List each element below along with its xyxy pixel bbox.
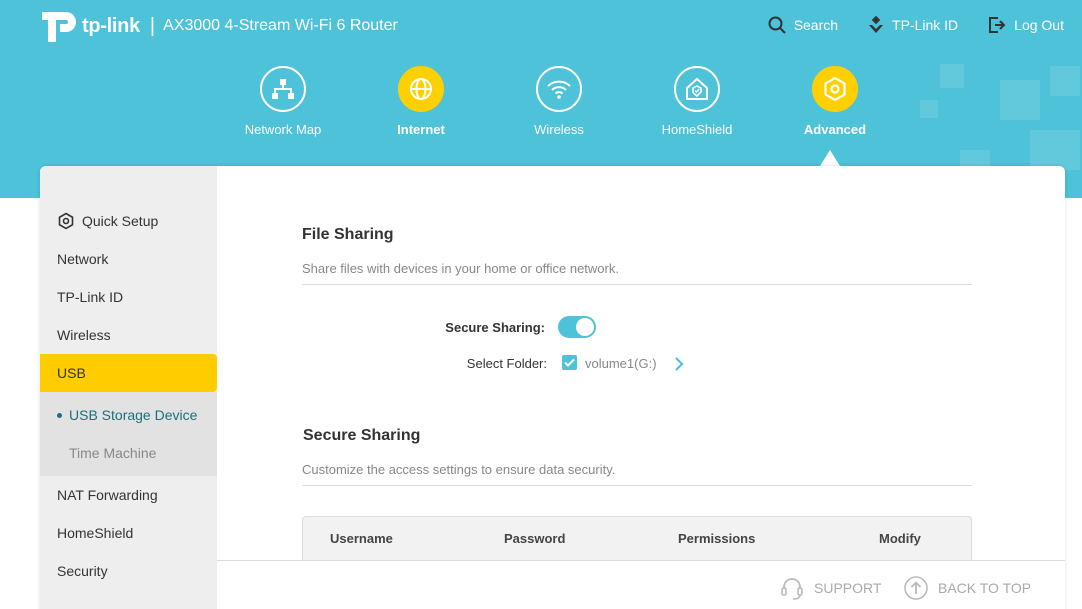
wifi-icon: [536, 66, 582, 112]
select-folder-label: Select Folder:: [466, 356, 547, 371]
sidebar-item-security[interactable]: Security: [40, 552, 217, 590]
header-decoration: [1050, 66, 1080, 96]
tplink-id-label: TP-Link ID: [892, 17, 959, 33]
nav-homeshield[interactable]: HomeShield: [628, 66, 766, 137]
sidebar-item-quick-setup[interactable]: Quick Setup: [40, 202, 217, 240]
sidebar-item-label: NAT Forwarding: [57, 487, 158, 503]
sidebar-sub-usb-storage-device[interactable]: USB Storage Device: [40, 396, 217, 434]
sidebar-item-tplink-id[interactable]: TP-Link ID: [40, 278, 217, 316]
homeshield-icon: [674, 66, 720, 112]
support-label: SUPPORT: [814, 580, 882, 596]
tplink-id-icon: [869, 16, 884, 33]
back-to-top-label: BACK TO TOP: [938, 580, 1032, 596]
logout-label: Log Out: [1014, 17, 1064, 33]
main-card: Quick Setup Network TP-Link ID Wireless …: [40, 166, 1065, 609]
folder-name: volume1(G:): [585, 356, 657, 371]
arrow-up-circle-icon: [904, 576, 928, 600]
sidebar: Quick Setup Network TP-Link ID Wireless …: [40, 166, 217, 609]
header-decoration: [940, 64, 964, 88]
top-links: Search TP-Link ID Log Out: [768, 16, 1064, 34]
sidebar-item-homeshield[interactable]: HomeShield: [40, 514, 217, 552]
nav-advanced[interactable]: Advanced: [766, 66, 904, 137]
nav-wireless[interactable]: Wireless: [490, 66, 628, 137]
content-area: File Sharing Share files with devices in…: [217, 166, 1065, 609]
active-nav-caret: [820, 150, 840, 166]
secure-sharing-title: Secure Sharing: [303, 427, 421, 444]
sidebar-item-wireless[interactable]: Wireless: [40, 316, 217, 354]
current-dot: [57, 412, 62, 418]
nav-label: HomeShield: [661, 122, 733, 137]
footer-bar: SUPPORT BACK TO TOP: [217, 560, 1065, 609]
main-nav: Network Map Internet Wireless HomeShield…: [214, 66, 904, 137]
sidebar-item-nat-forwarding[interactable]: NAT Forwarding: [40, 476, 217, 514]
secure-sharing-toggle[interactable]: [558, 316, 596, 338]
quick-setup-icon: [58, 212, 74, 230]
sidebar-item-label: USB: [57, 365, 86, 381]
logo-text: tp-link: [82, 14, 140, 37]
support-link[interactable]: SUPPORT: [779, 575, 881, 601]
sidebar-item-label: Network: [57, 251, 109, 267]
nav-network-map[interactable]: Network Map: [214, 66, 352, 137]
network-map-icon: [260, 66, 306, 112]
usb-submenu: USB Storage Device Time Machine: [40, 392, 217, 476]
nav-label: Network Map: [244, 122, 322, 137]
back-to-top-link[interactable]: BACK TO TOP: [903, 575, 1031, 601]
sidebar-item-usb[interactable]: USB: [40, 354, 217, 392]
router-model: AX3000 4-Stream Wi-Fi 6 Router: [163, 17, 398, 34]
sidebar-item-label: Security: [57, 563, 108, 579]
column-header-permissions: Permissions: [678, 531, 756, 546]
tplink-logo-icon: [40, 8, 78, 44]
sidebar-item-network[interactable]: Network: [40, 240, 217, 278]
column-header-password: Password: [504, 531, 566, 546]
sidebar-item-label: TP-Link ID: [57, 289, 124, 305]
check-icon: [564, 358, 575, 367]
nav-label: Advanced: [803, 122, 867, 137]
logout-icon: [989, 17, 1006, 33]
nav-label: Internet: [397, 122, 445, 137]
headset-icon: [781, 578, 803, 600]
column-header-username: Username: [330, 531, 393, 546]
tplink-logo[interactable]: tp-link | AX3000 4-Stream Wi-Fi 6 Router: [40, 8, 398, 44]
chevron-right-icon[interactable]: [673, 356, 685, 377]
logout-link[interactable]: Log Out: [988, 16, 1064, 34]
search-link[interactable]: Search: [768, 16, 838, 34]
header-decoration: [1000, 80, 1040, 120]
sidebar-item-label: HomeShield: [57, 525, 134, 541]
logo-separator: |: [149, 14, 156, 37]
secure-sharing-label: Secure Sharing:: [445, 320, 545, 335]
header-decoration: [1030, 130, 1080, 170]
file-sharing-desc: Share files with devices in your home or…: [302, 261, 619, 276]
sidebar-sub-label: USB Storage Device: [69, 407, 198, 423]
sidebar-item-label: Wireless: [57, 327, 111, 343]
search-label: Search: [793, 17, 839, 33]
sidebar-item-label: Quick Setup: [82, 213, 159, 229]
sidebar-sub-label: Time Machine: [69, 445, 157, 461]
header-decoration: [920, 100, 938, 118]
globe-icon: [398, 66, 444, 112]
nav-internet[interactable]: Internet: [352, 66, 490, 137]
sidebar-sub-time-machine[interactable]: Time Machine: [40, 434, 217, 472]
search-icon: [768, 16, 786, 34]
accounts-table-header: Username Password Permissions Modify: [302, 516, 972, 560]
section-divider: [302, 284, 972, 285]
folder-checkbox[interactable]: [562, 355, 577, 370]
section-divider: [302, 485, 972, 486]
file-sharing-title: File Sharing: [302, 226, 394, 243]
nav-label: Wireless: [534, 122, 584, 137]
column-header-modify: Modify: [879, 531, 921, 546]
gear-icon: [812, 66, 858, 112]
secure-sharing-desc: Customize the access settings to ensure …: [302, 462, 616, 477]
tplink-id-link[interactable]: TP-Link ID: [868, 16, 958, 34]
toggle-knob: [576, 318, 594, 336]
